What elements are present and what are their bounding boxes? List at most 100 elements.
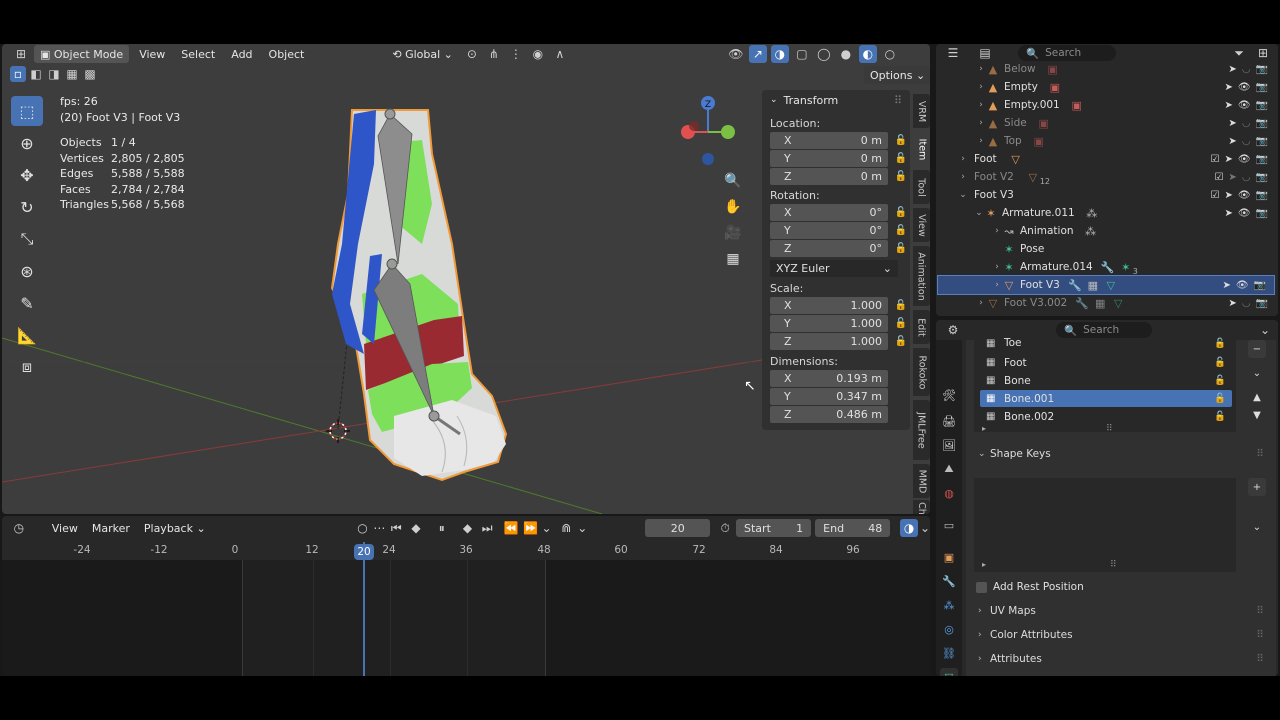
shape-key-menu-icon[interactable]: ⌄ xyxy=(1248,518,1266,536)
tab-mmd[interactable]: MMD xyxy=(913,464,930,498)
scale-z-field[interactable]: Z 1.000 🔓 xyxy=(770,333,907,350)
move-tool-icon[interactable]: ✥ xyxy=(11,160,43,190)
render-camera-icon[interactable]: 📷 xyxy=(1256,298,1268,309)
tab-tool[interactable]: Tool xyxy=(913,170,930,204)
vertex-group-item[interactable]: ▦ Bone 🔓 xyxy=(980,372,1232,389)
timeline-menu-view[interactable]: View xyxy=(46,519,84,537)
remove-vertex-group-button[interactable]: − xyxy=(1248,340,1266,358)
list-expand-icon[interactable]: ▸ xyxy=(982,424,986,433)
xray-icon[interactable]: ▢ xyxy=(793,45,811,63)
hidden-eye-icon[interactable]: ◡ xyxy=(1242,118,1251,129)
vertex-group-item[interactable]: ▦ Bone.002 🔓 xyxy=(980,408,1232,425)
tab-animation[interactable]: Animation xyxy=(913,246,930,306)
vertex-group-item-selected[interactable]: ▦ Bone.001 🔓 xyxy=(980,390,1232,407)
render-camera-icon[interactable]: 📷 xyxy=(1256,100,1268,111)
list-resize-handle-icon[interactable]: ⠿ xyxy=(1110,560,1117,570)
modifier-tab-icon[interactable]: 🔧 xyxy=(940,572,958,590)
outliner-row[interactable]: › Foot ▽ ☑ ➤ 👁 📷 xyxy=(936,150,1278,168)
select-toggle-icon[interactable]: ➤ xyxy=(1228,298,1236,309)
pivot-icon[interactable]: ⊙ xyxy=(463,45,481,63)
tab-ch[interactable]: Ch xyxy=(913,500,930,514)
chevron-down-icon[interactable]: ⌄ xyxy=(1256,321,1274,339)
expand-chevron-icon[interactable]: › xyxy=(958,154,968,164)
3d-viewport[interactable]: Z ⊞ ▣ Object Mode View Select Add Object… xyxy=(2,44,930,514)
eye-icon[interactable]: 👁 xyxy=(1238,82,1251,93)
menu-select[interactable]: Select xyxy=(175,45,221,63)
lock-icon[interactable]: 🔓 xyxy=(1214,338,1226,349)
lock-icon[interactable]: 🔓 xyxy=(895,336,907,347)
location-z-field[interactable]: Z 0 m 🔓 xyxy=(770,168,907,185)
tab-rokoko[interactable]: Rokoko xyxy=(913,348,930,396)
snap-icon[interactable]: ⋔ xyxy=(485,45,503,63)
scale-tool-icon[interactable]: ⤡ xyxy=(11,224,43,254)
render-camera-icon[interactable]: 📷 xyxy=(1256,82,1268,93)
zoom-icon[interactable]: 🔍 xyxy=(722,170,744,192)
hidden-eye-icon[interactable]: ◡ xyxy=(1242,64,1251,75)
select-box-icon[interactable]: ⬚ xyxy=(11,96,43,126)
move-up-icon[interactable]: ▲ xyxy=(1248,388,1266,406)
select-toggle-icon[interactable]: ➤ xyxy=(1224,82,1232,93)
drag-handle-icon[interactable]: ⠿ xyxy=(894,94,902,107)
transform-orientation-dropdown[interactable]: ⟲ Global ⌄ xyxy=(386,45,459,63)
drag-handle-icon[interactable]: ⠿ xyxy=(1256,629,1264,641)
expanded-chevron-icon[interactable]: ⌄ xyxy=(958,190,968,200)
outliner-row[interactable]: › ▲ Empty.001 ▣ ➤ 👁 📷 xyxy=(936,96,1278,114)
tab-item[interactable]: Item xyxy=(913,132,930,166)
hidden-eye-icon[interactable]: ◡ xyxy=(1242,172,1251,183)
outliner-row-selected[interactable]: › ▽ Foot V3 🔧 ▦ ▽ ➤ 👁 📷 xyxy=(937,275,1275,295)
outliner-row[interactable]: › ▲ Empty ▣ ➤ 👁 📷 xyxy=(936,78,1278,96)
auto-keying-icon[interactable]: ○ xyxy=(354,519,372,537)
current-frame-field[interactable]: 20 xyxy=(645,519,711,537)
expand-chevron-icon[interactable]: › xyxy=(976,136,986,146)
lock-icon[interactable]: 🔓 xyxy=(895,153,907,164)
select-toggle-icon[interactable]: ➤ xyxy=(1224,100,1232,111)
tab-edit[interactable]: Edit xyxy=(913,310,930,344)
eye-icon[interactable]: 👁 xyxy=(1236,280,1249,291)
list-expand-icon[interactable]: ▸ xyxy=(982,560,986,569)
editor-type-icon[interactable]: ⊞ xyxy=(12,45,30,63)
add-rest-position-checkbox[interactable]: Add Rest Position xyxy=(976,581,1084,593)
tool-tab-icon[interactable]: 🛠 xyxy=(940,386,958,404)
lock-icon[interactable]: 🔓 xyxy=(895,207,907,218)
mode-dropdown[interactable]: ▣ Object Mode xyxy=(34,45,130,63)
location-x-field[interactable]: X 0 m 🔓 xyxy=(770,132,907,149)
menu-object[interactable]: Object xyxy=(263,45,311,63)
select-new-icon[interactable]: ▫ xyxy=(10,66,26,82)
eye-icon[interactable]: 👁 xyxy=(1238,100,1251,111)
eye-icon[interactable]: 👁 xyxy=(1238,190,1251,201)
timeline-ruler[interactable]: -24 -12 0 12 24 36 48 60 72 84 96 xyxy=(2,542,930,558)
hidden-eye-icon[interactable]: ◡ xyxy=(1242,298,1251,309)
vertex-group-menu-icon[interactable]: ⌄ xyxy=(1248,364,1266,382)
lock-icon[interactable]: 🔓 xyxy=(1214,375,1226,386)
shape-keys-list[interactable] xyxy=(974,478,1236,572)
expand-chevron-icon[interactable]: › xyxy=(958,172,968,182)
outliner-row[interactable]: › ✶ Armature.014 🔧 ✶ 3 xyxy=(936,258,1278,276)
shading-material-icon[interactable]: ◐ xyxy=(858,45,877,63)
constraints-tab-icon[interactable]: ⛓ xyxy=(940,644,958,662)
drag-handle-icon[interactable]: ⠿ xyxy=(1256,653,1264,665)
chevron-down-icon[interactable]: ⌄ xyxy=(577,519,587,537)
outliner-search-input[interactable]: 🔍 Search xyxy=(1018,45,1116,61)
outliner-row[interactable]: ⌄ ✶ Armature.011 ⁂ ➤ 👁 📷 xyxy=(936,204,1278,222)
shape-keys-panel-header[interactable]: ⌄ Shape Keys ⠿ xyxy=(970,443,1270,465)
select-toggle-icon[interactable]: ➤ xyxy=(1224,154,1232,165)
start-frame-field[interactable]: Start 1 xyxy=(736,519,812,537)
outliner-row[interactable]: › ▽ Foot V3.002 🔧 ▦ ▽ ➤ ◡ 📷 xyxy=(936,294,1278,312)
playhead-frame-badge[interactable]: 20 xyxy=(354,544,374,560)
output-tab-icon[interactable]: 🖼 xyxy=(940,436,958,454)
dimensions-x-field[interactable]: X 0.193 m xyxy=(770,370,888,387)
snap-magnet-icon[interactable]: ⋒ xyxy=(558,519,576,537)
select-toggle-icon[interactable]: ➤ xyxy=(1224,208,1232,219)
select-toggle-icon[interactable]: ➤ xyxy=(1224,190,1232,201)
stopwatch-icon[interactable]: ⏱ xyxy=(716,519,734,537)
jump-end-icon[interactable]: ⏭ xyxy=(478,519,496,537)
tab-jmlfree[interactable]: JMLFree xyxy=(913,400,930,460)
select-toggle-icon[interactable]: ➤ xyxy=(1228,136,1236,147)
expand-chevron-icon[interactable]: › xyxy=(976,118,986,128)
jump-keyframe-back-icon[interactable]: ◆ xyxy=(407,519,425,537)
vertex-group-item[interactable]: ▦ Foot 🔓 xyxy=(980,354,1232,371)
outliner-row[interactable]: ⌄ Foot V3 ☑ ➤ 👁 📷 xyxy=(936,186,1278,204)
list-resize-handle-icon[interactable]: ⠿ xyxy=(1106,424,1113,434)
lock-icon[interactable]: 🔓 xyxy=(895,243,907,254)
select-toggle-icon[interactable]: ➤ xyxy=(1228,64,1236,75)
